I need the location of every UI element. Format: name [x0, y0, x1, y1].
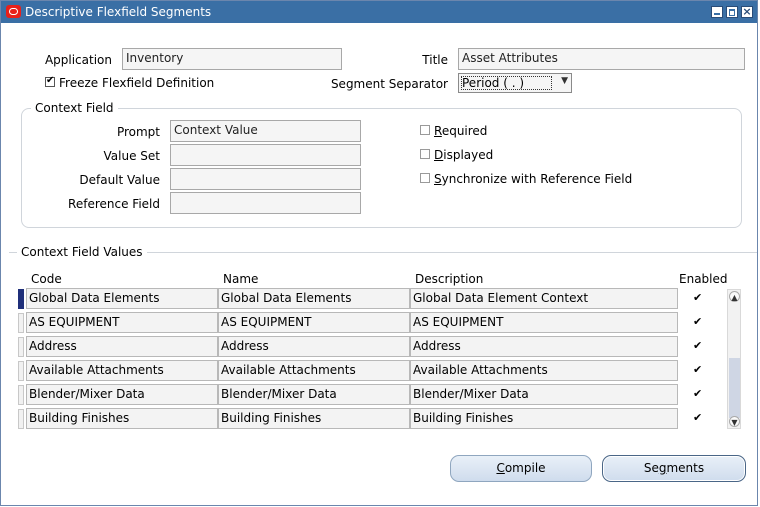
synchronize-label: Synchronize with Reference Field [434, 172, 632, 186]
displayed-label-rest: isplayed [443, 148, 494, 162]
value-set-field[interactable] [170, 144, 361, 166]
displayed-checkbox[interactable] [420, 149, 430, 159]
enabled-checkbox[interactable]: ✔ [693, 340, 704, 351]
default-value-label: Default Value [79, 173, 160, 187]
window-title: Descriptive Flexfield Segments [25, 5, 212, 19]
required-label-rest: equired [441, 124, 488, 138]
segments-button[interactable]: Segments [602, 455, 746, 482]
enabled-checkbox[interactable]: ✔ [693, 388, 704, 399]
compile-button-first: C [496, 461, 505, 475]
segments-button-rest: ments [666, 461, 705, 475]
enabled-column-header: Enabled [679, 272, 728, 286]
row-indicator[interactable] [18, 409, 24, 429]
code-cell[interactable]: Building Finishes [26, 408, 218, 429]
code-cell[interactable]: Available Attachments [26, 360, 218, 381]
name-cell[interactable]: Building Finishes [218, 408, 410, 429]
required-label-first: R [434, 124, 442, 138]
title-label: Title [422, 53, 448, 67]
value-set-label: Value Set [103, 149, 160, 163]
descriptive-flexfield-segments-window: Descriptive Flexfield Segments × Applica… [0, 0, 758, 506]
reference-field-field[interactable] [170, 192, 361, 214]
description-column-header: Description [415, 272, 484, 286]
reference-field-label: Reference Field [68, 197, 160, 211]
freeze-flexfield-label: Freeze Flexfield Definition [59, 76, 215, 90]
synchronize-checkbox[interactable] [420, 173, 430, 183]
code-cell[interactable]: AS EQUIPMENT [26, 312, 218, 333]
description-cell[interactable]: Global Data Element Context [410, 288, 678, 309]
synchronize-label-rest: ynchronize with Reference Field [441, 172, 633, 186]
enabled-checkbox[interactable]: ✔ [693, 364, 704, 375]
code-cell[interactable]: Blender/Mixer Data [26, 384, 218, 405]
segment-separator-value: Period ( . ) [462, 76, 525, 90]
title-field[interactable]: Asset Attributes [458, 48, 745, 70]
row-indicator[interactable] [18, 313, 24, 333]
context-values-group-title: Context Field Values [17, 245, 147, 259]
synchronize-label-first: S [434, 172, 442, 186]
maximize-icon[interactable] [726, 6, 738, 18]
scroll-down-icon[interactable]: ▼ [729, 416, 740, 427]
freeze-flexfield-checkbox[interactable] [45, 75, 55, 87]
displayed-label: Displayed [434, 148, 493, 162]
row-indicator[interactable] [18, 361, 24, 381]
context-field-group-title: Context Field [31, 101, 118, 115]
code-cell[interactable]: Global Data Elements [26, 288, 218, 309]
compile-button[interactable]: Compile [450, 455, 592, 482]
segment-separator-select[interactable]: Period ( . ) ▼ [458, 73, 572, 93]
title-bar: Descriptive Flexfield Segments × [1, 1, 757, 23]
oracle-logo-icon [6, 5, 21, 18]
row-indicator[interactable] [18, 337, 24, 357]
name-cell[interactable]: Blender/Mixer Data [218, 384, 410, 405]
enabled-checkbox[interactable]: ✔ [693, 316, 704, 327]
name-cell[interactable]: Address [218, 336, 410, 357]
description-cell[interactable]: AS EQUIPMENT [410, 312, 678, 333]
enabled-checkbox[interactable]: ✔ [693, 412, 704, 423]
row-indicator[interactable] [18, 289, 24, 309]
prompt-field[interactable]: Context Value [170, 120, 361, 142]
name-column-header: Name [223, 272, 259, 286]
required-label: Required [434, 124, 487, 138]
displayed-label-first: D [434, 148, 444, 162]
name-cell[interactable]: Available Attachments [218, 360, 410, 381]
application-label: Application [44, 53, 112, 67]
code-cell[interactable]: Address [26, 336, 218, 357]
name-cell[interactable]: Global Data Elements [218, 288, 410, 309]
minimize-icon[interactable] [711, 6, 723, 18]
close-icon[interactable]: × [741, 6, 753, 18]
segments-button-first: Se [643, 461, 659, 475]
application-field[interactable]: Inventory [122, 48, 342, 70]
default-value-field[interactable] [170, 168, 361, 190]
description-cell[interactable]: Address [410, 336, 678, 357]
description-cell[interactable]: Blender/Mixer Data [410, 384, 678, 405]
name-cell[interactable]: AS EQUIPMENT [218, 312, 410, 333]
chevron-down-icon: ▼ [561, 76, 568, 86]
required-checkbox[interactable] [420, 125, 430, 135]
prompt-label: Prompt [116, 125, 160, 139]
scroll-up-icon[interactable]: ▲ [729, 291, 740, 302]
code-column-header: Code [31, 272, 62, 286]
row-indicator[interactable] [18, 385, 24, 405]
table-vertical-scrollbar[interactable]: ▲ ▼ [727, 289, 741, 429]
segment-separator-label: Segment Separator [330, 77, 448, 91]
description-cell[interactable]: Building Finishes [410, 408, 678, 429]
compile-button-rest: ompile [504, 461, 546, 475]
enabled-checkbox[interactable]: ✔ [693, 292, 704, 303]
description-cell[interactable]: Available Attachments [410, 360, 678, 381]
scrollbar-thumb[interactable] [729, 358, 740, 418]
